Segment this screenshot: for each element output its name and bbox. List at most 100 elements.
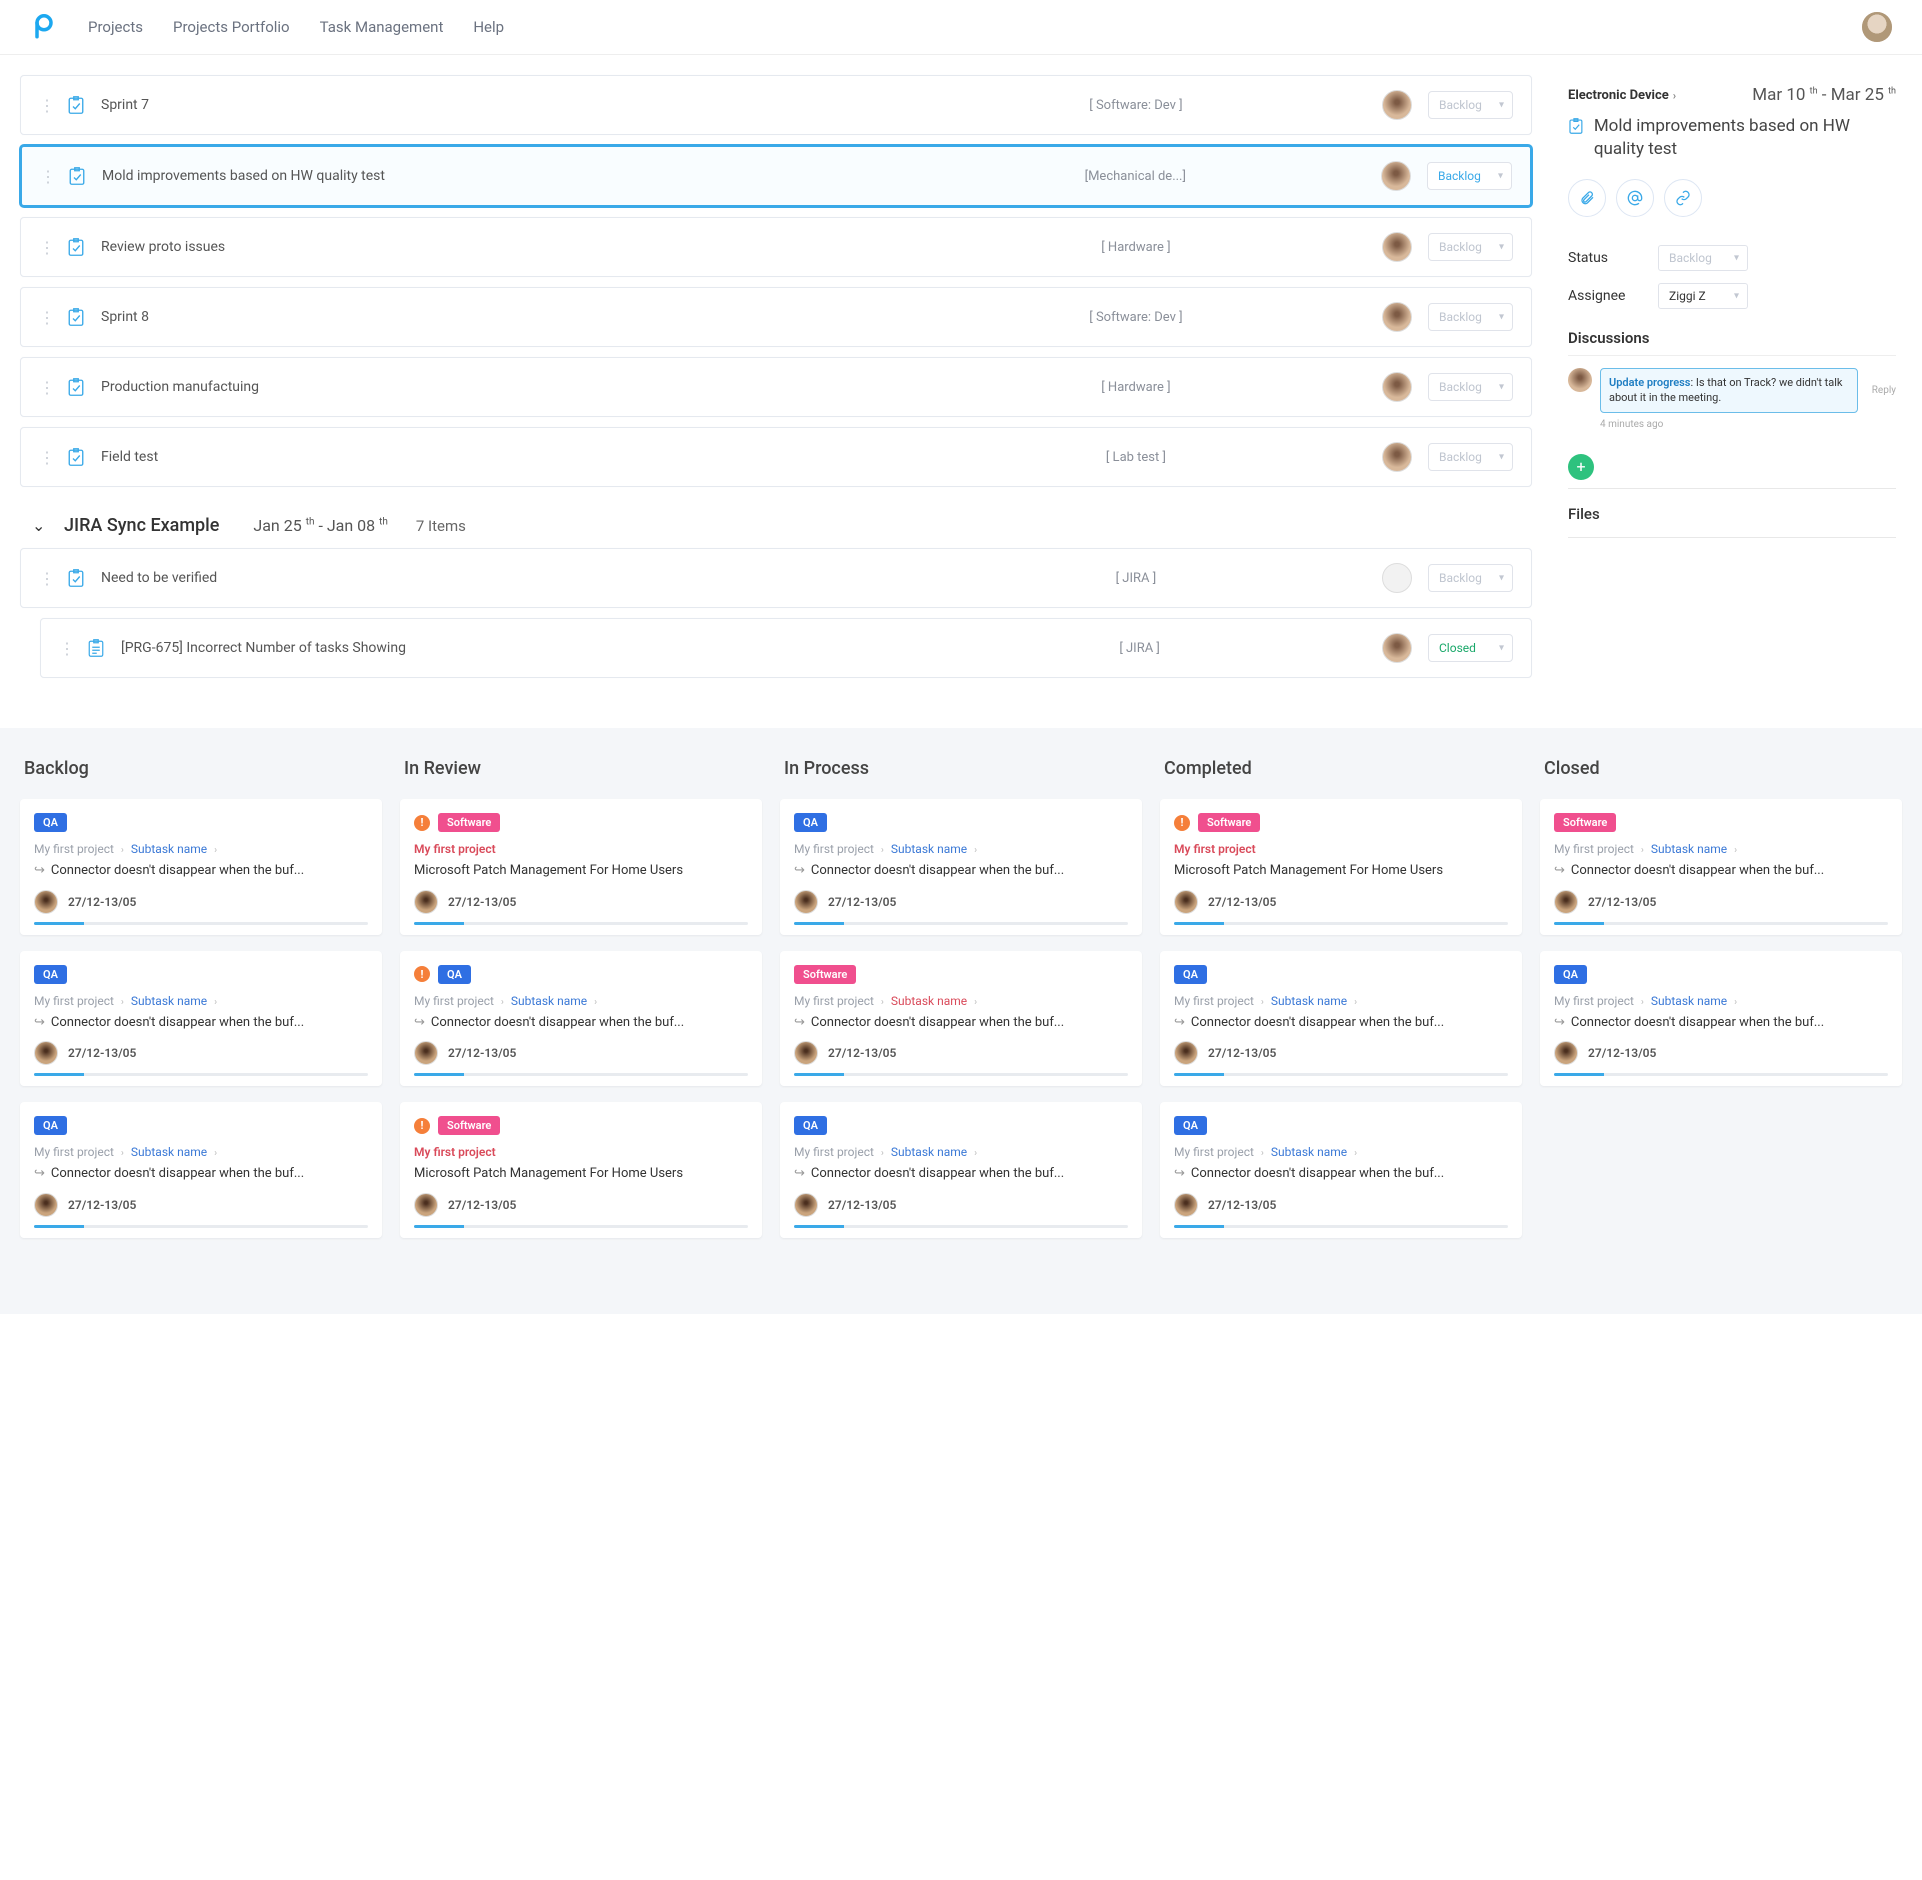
assignee-avatar[interactable] xyxy=(1381,161,1411,191)
kanban-card[interactable]: QAMy first project › Subtask name ›↪Conn… xyxy=(20,799,382,935)
alert-icon: ! xyxy=(414,966,430,982)
panel-date-range: Mar 10 th - Mar 25 th xyxy=(1752,85,1896,105)
status-select[interactable]: Closed▾ xyxy=(1428,634,1513,662)
assignee-avatar[interactable] xyxy=(1382,372,1412,402)
task-row[interactable]: ⋮Review proto issues[ Hardware ]Backlog▾ xyxy=(20,217,1532,277)
assignee-avatar[interactable] xyxy=(1382,442,1412,472)
task-check-icon xyxy=(67,446,85,468)
kanban-card[interactable]: !SoftwareMy first projectMicrosoft Patch… xyxy=(400,799,762,935)
task-row[interactable]: ⋮ Sprint 7 [ Software: Dev ] Backlog▾ xyxy=(20,75,1532,135)
task-row[interactable]: ⋮Mold improvements based on HW quality t… xyxy=(20,145,1532,207)
add-comment-button[interactable]: + xyxy=(1568,454,1594,480)
card-title: ↪Connector doesn't disappear when the bu… xyxy=(794,1165,1128,1183)
kanban-card[interactable]: QAMy first project › Subtask name ›↪Conn… xyxy=(1160,1102,1522,1238)
card-assignee-avatar xyxy=(794,1193,818,1217)
assignee-avatar[interactable] xyxy=(1382,302,1412,332)
card-progress-bar xyxy=(1174,1073,1508,1076)
card-date-range: 27/12-13/05 xyxy=(1208,1198,1276,1212)
nav-projects-portfolio[interactable]: Projects Portfolio xyxy=(173,18,290,36)
kanban-card[interactable]: QAMy first project › Subtask name ›↪Conn… xyxy=(1160,951,1522,1087)
logo-icon xyxy=(30,13,58,41)
kanban-card[interactable]: QAMy first project › Subtask name ›↪Conn… xyxy=(780,1102,1142,1238)
task-title: Sprint 7 xyxy=(101,97,890,113)
nav-help[interactable]: Help xyxy=(473,18,504,36)
drag-handle-icon[interactable]: ⋮ xyxy=(59,639,71,658)
panel-title: Mold improvements based on HW quality te… xyxy=(1594,115,1896,161)
task-title: Review proto issues xyxy=(101,239,890,255)
card-title: ↪Connector doesn't disappear when the bu… xyxy=(1174,1014,1508,1032)
kanban-card[interactable]: !SoftwareMy first projectMicrosoft Patch… xyxy=(400,1102,762,1238)
top-nav: Projects Projects Portfolio Task Managem… xyxy=(0,0,1922,55)
card-progress-bar xyxy=(34,1073,368,1076)
comment-bubble: Update progress: Is that on Track? we di… xyxy=(1600,368,1858,413)
card-progress-bar xyxy=(34,922,368,925)
assignee-avatar[interactable] xyxy=(1382,90,1412,120)
kanban-column-title: Completed xyxy=(1160,758,1522,779)
breadcrumb[interactable]: Electronic Device› xyxy=(1568,88,1676,103)
drag-handle-icon[interactable]: ⋮ xyxy=(39,448,51,467)
chevron-down-icon: ▾ xyxy=(1499,382,1504,393)
status-select[interactable]: Backlog▾ xyxy=(1428,373,1513,401)
assignee-select[interactable]: Ziggi Z▾ xyxy=(1658,283,1748,309)
card-breadcrumb: My first project › Subtask name › xyxy=(34,842,368,856)
task-row[interactable]: ⋮Sprint 8[ Software: Dev ]Backlog▾ xyxy=(20,287,1532,347)
mention-button[interactable] xyxy=(1616,179,1654,217)
drag-handle-icon[interactable]: ⋮ xyxy=(40,167,52,186)
chevron-right-icon: › xyxy=(121,845,124,856)
status-select[interactable]: Backlog▾ xyxy=(1428,443,1513,471)
task-category: [ Software: Dev ] xyxy=(906,98,1366,113)
kanban-card[interactable]: !SoftwareMy first projectMicrosoft Patch… xyxy=(1160,799,1522,935)
nav-task-management[interactable]: Task Management xyxy=(320,18,444,36)
chevron-down-icon: ▾ xyxy=(1499,100,1504,111)
kanban-card[interactable]: QAMy first project › Subtask name ›↪Conn… xyxy=(1540,951,1902,1087)
nav-projects[interactable]: Projects xyxy=(88,18,143,36)
task-row[interactable]: ⋮Need to be verified[ JIRA ]Backlog▾ xyxy=(20,548,1532,608)
app-logo[interactable] xyxy=(30,13,58,41)
kanban-card[interactable]: QAMy first project › Subtask name ›↪Conn… xyxy=(780,799,1142,935)
user-avatar[interactable] xyxy=(1862,12,1892,42)
subtask-arrow-icon: ↪ xyxy=(794,862,805,880)
reply-button[interactable]: Reply xyxy=(1872,385,1896,396)
kanban-card[interactable]: SoftwareMy first project › Subtask name … xyxy=(780,951,1142,1087)
kanban-card[interactable]: QAMy first project › Subtask name ›↪Conn… xyxy=(20,1102,382,1238)
task-check-icon xyxy=(67,306,85,328)
task-check-icon xyxy=(67,94,85,116)
status-select[interactable]: Backlog▾ xyxy=(1428,91,1513,119)
drag-handle-icon[interactable]: ⋮ xyxy=(39,238,51,257)
task-row[interactable]: ⋮Production manufactuing[ Hardware ]Back… xyxy=(20,357,1532,417)
card-title: ↪Connector doesn't disappear when the bu… xyxy=(794,862,1128,880)
kanban-column-title: Backlog xyxy=(20,758,382,779)
chevron-right-icon: › xyxy=(1354,1148,1357,1159)
task-check-icon xyxy=(1568,115,1584,137)
link-button[interactable] xyxy=(1664,179,1702,217)
status-select[interactable]: Backlog▾ xyxy=(1428,303,1513,331)
drag-handle-icon[interactable]: ⋮ xyxy=(39,569,51,588)
drag-handle-icon[interactable]: ⋮ xyxy=(39,308,51,327)
task-row[interactable]: ⋮[PRG-675] Incorrect Number of tasks Sho… xyxy=(40,618,1532,678)
drag-handle-icon[interactable]: ⋮ xyxy=(39,378,51,397)
chevron-right-icon: › xyxy=(1261,997,1264,1008)
kanban-card[interactable]: QAMy first project › Subtask name ›↪Conn… xyxy=(20,951,382,1087)
card-tag: Software xyxy=(1554,813,1616,832)
kanban-column-title: Closed xyxy=(1540,758,1902,779)
kanban-card[interactable]: SoftwareMy first project › Subtask name … xyxy=(1540,799,1902,935)
assignee-avatar[interactable] xyxy=(1382,232,1412,262)
status-select[interactable]: Backlog▾ xyxy=(1658,245,1748,271)
card-progress-bar xyxy=(414,1073,748,1076)
group-header: ⌄ JIRA Sync Example Jan 25 th - Jan 08 t… xyxy=(20,497,1532,548)
task-category: [ JIRA ] xyxy=(913,641,1366,656)
chevron-down-icon: ▾ xyxy=(1498,171,1503,182)
attachment-button[interactable] xyxy=(1568,179,1606,217)
chevron-down-icon[interactable]: ⌄ xyxy=(32,516,50,535)
task-title: Field test xyxy=(101,449,890,465)
task-row[interactable]: ⋮Field test[ Lab test ]Backlog▾ xyxy=(20,427,1532,487)
status-select[interactable]: Backlog▾ xyxy=(1427,162,1512,190)
assignee-avatar[interactable] xyxy=(1382,633,1412,663)
drag-handle-icon[interactable]: ⋮ xyxy=(39,96,51,115)
status-select[interactable]: Backlog▾ xyxy=(1428,564,1513,592)
assignee-avatar[interactable] xyxy=(1382,563,1412,593)
status-select[interactable]: Backlog▾ xyxy=(1428,233,1513,261)
card-tag: Software xyxy=(438,813,500,832)
task-title: Sprint 8 xyxy=(101,309,890,325)
kanban-card[interactable]: !QAMy first project › Subtask name ›↪Con… xyxy=(400,951,762,1087)
